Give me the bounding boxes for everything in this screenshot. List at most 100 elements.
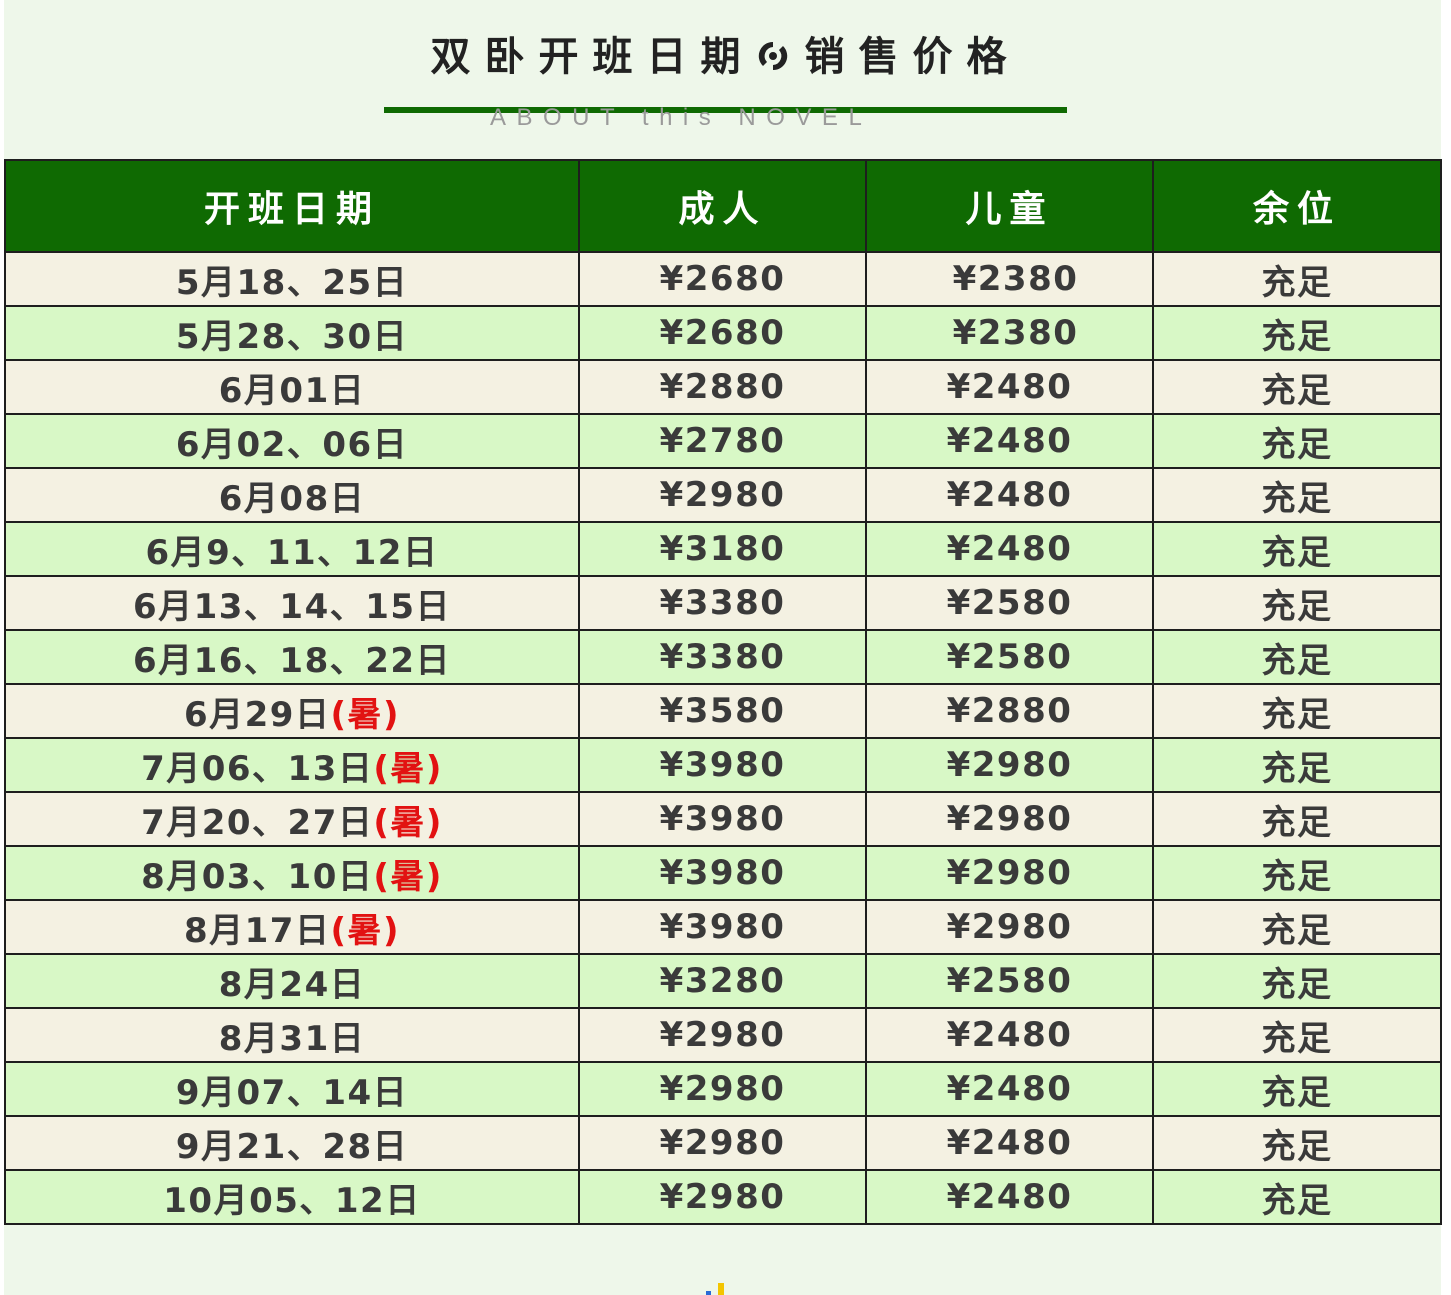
adult-price-cell: ¥3380 <box>578 629 867 685</box>
child-price-cell: ¥2980 <box>865 737 1154 793</box>
adult-price-cell: ¥3980 <box>578 845 867 901</box>
adult-price-cell: ¥2980 <box>578 1169 867 1225</box>
table-row: 6月02、06日 ¥2780 ¥2480 充足 <box>4 413 1442 469</box>
table-body: 5月18、25日 ¥2680 ¥2380 充足 5月28、30日 ¥2680 ¥2380 充足… <box>4 251 1442 1225</box>
subtitle: ABOUT this NOVEL <box>490 104 873 131</box>
child-price-cell: ¥2380 <box>865 305 1154 361</box>
seats-cell: 充足 <box>1152 791 1442 847</box>
child-price-text: ¥2480 <box>946 1123 1073 1163</box>
column-header-seats: 余位 <box>1152 159 1442 253</box>
child-price-text: ¥2480 <box>946 367 1073 407</box>
date-cell: 6月9、11、12日 <box>4 521 580 577</box>
price-table: 开班日期 成人 儿童 余位 5月18、25日 ¥2680 ¥2380 充足 5月28、3… <box>4 159 1442 1225</box>
seats-cell: 充足 <box>1152 251 1442 307</box>
child-price-text: ¥2980 <box>946 907 1073 947</box>
child-price-text: ¥2480 <box>946 475 1073 515</box>
title-block: 双卧开班日期 销售价格 <box>384 28 1067 113</box>
date-cell: 9月21、28日 <box>4 1115 580 1171</box>
column-header-date: 开班日期 <box>4 159 580 253</box>
adult-price-cell: ¥3980 <box>578 791 867 847</box>
adult-price-cell: ¥3980 <box>578 899 867 955</box>
seats-cell: 充足 <box>1152 899 1442 955</box>
adult-price-cell: ¥2780 <box>578 413 867 469</box>
date-text: 5月18、25日 <box>175 262 409 303</box>
date-cell: 5月28、30日 <box>4 305 580 361</box>
child-price-cell: ¥2980 <box>865 791 1154 847</box>
child-price-text: ¥2480 <box>946 1015 1073 1055</box>
table-row: 7月06、13日(暑) ¥3980 ¥2980 充足 <box>4 737 1442 793</box>
seats-cell: 充足 <box>1152 1007 1442 1063</box>
summer-tag: (暑) <box>330 910 401 951</box>
date-text: 8月31日 <box>218 1018 366 1059</box>
seats-cell: 充足 <box>1152 1169 1442 1225</box>
seats-cell: 充足 <box>1152 1061 1442 1117</box>
date-cell: 6月08日 <box>4 467 580 523</box>
table-row: 8月24日 ¥3280 ¥2580 充足 <box>4 953 1442 1009</box>
summer-tag: (暑) <box>373 802 443 843</box>
decorative-mark <box>706 1283 726 1295</box>
seats-cell: 充足 <box>1152 629 1442 685</box>
table-row: 8月17日(暑) ¥3980 ¥2980 充足 <box>4 899 1442 955</box>
date-text: 9月21、28日 <box>175 1126 409 1167</box>
date-cell: 6月01日 <box>4 359 580 415</box>
swirl-icon <box>758 41 787 71</box>
date-text: 6月9、11、12日 <box>145 532 439 573</box>
child-price-text: ¥2880 <box>946 691 1073 731</box>
adult-price-cell: ¥3580 <box>578 683 867 739</box>
child-price-text: ¥2480 <box>946 1177 1073 1217</box>
child-price-text: ¥2580 <box>946 961 1073 1001</box>
summer-tag: (暑) <box>330 694 401 735</box>
column-header-adult: 成人 <box>578 159 867 253</box>
adult-price-cell: ¥2980 <box>578 1061 867 1117</box>
table-row: 5月28、30日 ¥2680 ¥2380 充足 <box>4 305 1442 361</box>
column-header-child: 儿童 <box>865 159 1154 253</box>
date-cell: 5月18、25日 <box>4 251 580 307</box>
seats-cell: 充足 <box>1152 845 1442 901</box>
child-price-cell: ¥2480 <box>865 1061 1154 1117</box>
table-row: 10月05、12日 ¥2980 ¥2480 充足 <box>4 1169 1442 1225</box>
seats-cell: 充足 <box>1152 1115 1442 1171</box>
table-row: 6月16、18、22日 ¥3380 ¥2580 充足 <box>4 629 1442 685</box>
table-row: 9月21、28日 ¥2980 ¥2480 充足 <box>4 1115 1442 1171</box>
seats-cell: 充足 <box>1152 575 1442 631</box>
seats-cell: 充足 <box>1152 413 1442 469</box>
table-row: 8月31日 ¥2980 ¥2480 充足 <box>4 1007 1442 1063</box>
child-price-cell: ¥2480 <box>865 467 1154 523</box>
table-row: 6月08日 ¥2980 ¥2480 充足 <box>4 467 1442 523</box>
adult-price-cell: ¥3980 <box>578 737 867 793</box>
date-cell: 8月31日 <box>4 1007 580 1063</box>
child-price-text: ¥2480 <box>946 1069 1073 1109</box>
child-price-text: ¥2580 <box>946 583 1073 623</box>
child-price-cell: ¥2980 <box>865 845 1154 901</box>
date-cell: 8月17日(暑) <box>4 899 580 955</box>
table-row: 7月20、27日(暑) ¥3980 ¥2980 充足 <box>4 791 1442 847</box>
seats-cell: 充足 <box>1152 683 1442 739</box>
date-cell: 8月24日 <box>4 953 580 1009</box>
date-text: 8月03、10日 <box>141 856 374 897</box>
child-price-cell: ¥2380 <box>865 251 1154 307</box>
child-price-cell: ¥2580 <box>865 953 1154 1009</box>
date-cell: 7月20、27日(暑) <box>4 791 580 847</box>
child-price-text: ¥2480 <box>946 529 1073 569</box>
date-cell: 6月13、14、15日 <box>4 575 580 631</box>
title-left: 双卧开班日期 <box>430 34 755 80</box>
summer-tag: (暑) <box>373 748 443 789</box>
date-text: 10月05、12日 <box>163 1180 421 1221</box>
child-price-text: ¥2980 <box>946 745 1073 785</box>
date-cell: 6月02、06日 <box>4 413 580 469</box>
table-row: 6月01日 ¥2880 ¥2480 充足 <box>4 359 1442 415</box>
date-cell: 8月03、10日(暑) <box>4 845 580 901</box>
date-text: 6月16、18、22日 <box>132 640 452 681</box>
adult-price-cell: ¥3380 <box>578 575 867 631</box>
seats-cell: 充足 <box>1152 737 1442 793</box>
date-text: 7月20、27日 <box>141 802 374 843</box>
table-row: 6月13、14、15日 ¥3380 ¥2580 充足 <box>4 575 1442 631</box>
page-title: 双卧开班日期 销售价格 <box>384 32 1067 82</box>
child-price-cell: ¥2480 <box>865 1115 1154 1171</box>
seats-cell: 充足 <box>1152 467 1442 523</box>
child-price-cell: ¥2480 <box>865 1169 1154 1225</box>
child-price-text: ¥2980 <box>946 853 1073 893</box>
adult-price-cell: ¥2680 <box>578 251 867 307</box>
child-price-text: ¥2380 <box>952 259 1079 299</box>
child-price-text: ¥2480 <box>946 421 1073 461</box>
